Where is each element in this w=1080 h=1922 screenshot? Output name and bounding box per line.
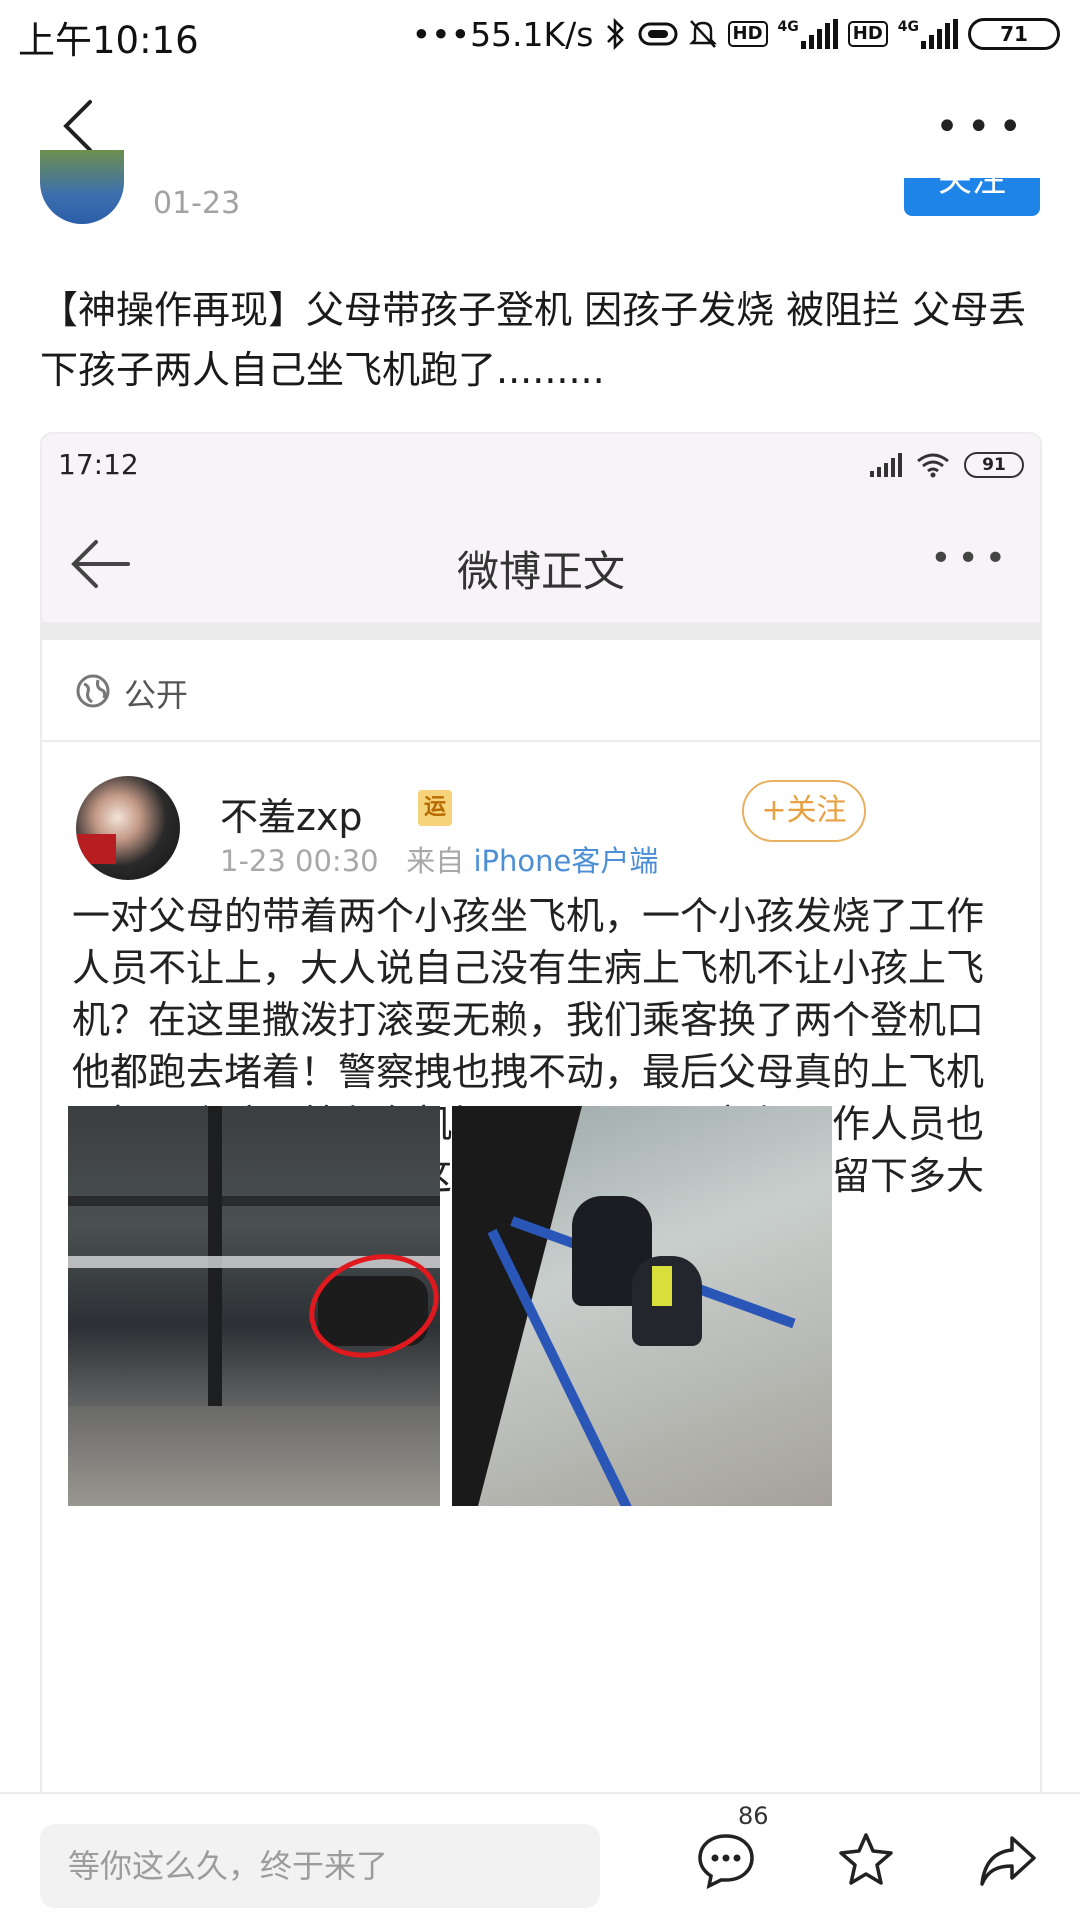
share-icon xyxy=(980,1836,1036,1886)
author-avatar[interactable] xyxy=(40,150,124,224)
user-badge-icon: 运 xyxy=(418,790,452,826)
embedded-post-meta: 1-23 00:30 来自 iPhone客户端 xyxy=(220,838,658,880)
door-frame-horizontal xyxy=(68,1196,440,1206)
bluetooth-icon xyxy=(606,17,624,51)
battery-indicator: 71 xyxy=(968,18,1060,50)
mute-icon xyxy=(688,20,717,48)
star-icon xyxy=(839,1833,893,1885)
airport-children-photo[interactable] xyxy=(452,1106,832,1506)
embedded-nav-bar: 微博正文 ••• xyxy=(42,504,1040,622)
more-options-button[interactable]: ••• xyxy=(935,107,1030,147)
favorite-button[interactable] xyxy=(836,1830,896,1890)
embedded-divider xyxy=(42,622,1040,640)
dark-edge xyxy=(452,1106,582,1506)
back-button[interactable] xyxy=(56,96,102,156)
embedded-screenshot-card[interactable]: 17:12 91 微博正文 ••• 公开 不羞zxp 运 1-23 00:30 … xyxy=(40,432,1042,1876)
floor xyxy=(68,1406,440,1506)
hd-icon: HD xyxy=(727,21,768,47)
comment-input[interactable] xyxy=(40,1824,600,1908)
network-type-label-2: 4G xyxy=(897,19,919,35)
follow-button-label: 关注 xyxy=(938,178,1006,200)
embedded-status-time: 17:12 xyxy=(58,448,139,481)
embedded-signal-icon xyxy=(870,453,902,477)
yellow-vest xyxy=(652,1266,672,1306)
chevron-left-icon xyxy=(63,100,92,152)
wifi-icon xyxy=(917,453,949,478)
embedded-more-icon: ••• xyxy=(930,538,1012,579)
airport-gate-photo[interactable] xyxy=(68,1106,440,1506)
signal-4g-icon-2: 4G xyxy=(898,19,958,49)
signal-4g-icon: 4G xyxy=(778,19,838,49)
comment-button[interactable] xyxy=(696,1830,756,1890)
network-type-label: 4G xyxy=(777,19,799,35)
embedded-post-time: 1-23 00:30 xyxy=(220,844,379,878)
bottom-action-bar: 86 xyxy=(0,1792,1080,1922)
vibrate-icon xyxy=(638,22,677,46)
follow-button[interactable]: 关注 xyxy=(904,178,1040,216)
signal-bars xyxy=(800,19,838,49)
embedded-battery: 91 xyxy=(964,452,1024,478)
visibility-label: 公开 xyxy=(124,676,189,714)
embedded-user-avatar xyxy=(76,776,180,880)
embedded-follow-button: +关注 xyxy=(742,780,866,842)
embedded-status-icons: 91 xyxy=(870,452,1024,478)
post-date: 01-23 xyxy=(153,186,241,221)
embedded-post-source: iPhone客户端 xyxy=(473,844,659,878)
post-text: 【神操作再现】父母带孩子登机 因孩子发烧 被阻拦 父母丢下孩子两人自己坐飞机跑了… xyxy=(40,288,1027,392)
embedded-username: 不羞zxp xyxy=(220,795,363,839)
status-bar: 上午10:16 •••55.1K/s HD 4G HD 4G 71 xyxy=(0,0,1080,70)
embedded-page-title: 微博正文 xyxy=(456,547,625,596)
visibility-row: 公开 xyxy=(42,640,1040,742)
embedded-status-bar: 17:12 91 xyxy=(42,434,1040,504)
network-speed: •••55.1K/s xyxy=(411,14,594,54)
signal-bars-2 xyxy=(921,19,958,49)
embedded-from-label: 来自 xyxy=(406,844,465,878)
status-icons: •••55.1K/s HD 4G HD 4G 71 xyxy=(412,10,1060,58)
comment-icon xyxy=(698,1834,754,1890)
comment-count: 86 xyxy=(738,1802,769,1830)
globe-icon xyxy=(76,674,110,708)
share-button[interactable] xyxy=(978,1830,1038,1890)
hd-icon-2: HD xyxy=(847,21,888,47)
status-time: 上午10:16 xyxy=(18,19,199,62)
